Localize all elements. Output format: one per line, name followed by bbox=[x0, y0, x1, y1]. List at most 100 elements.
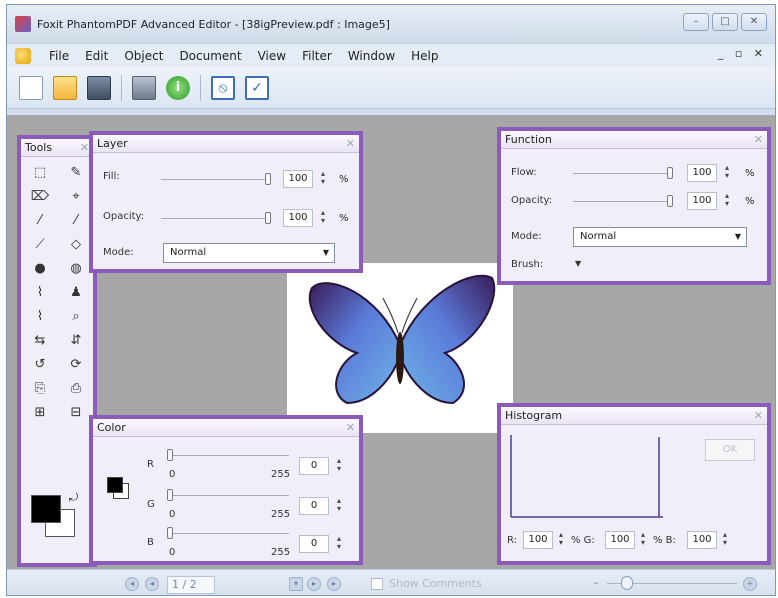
function-opacity-spinner[interactable]: ▴ ▾ bbox=[721, 192, 733, 210]
previous-page-icon[interactable]: ◂ bbox=[145, 577, 159, 591]
polygon-lasso-tool-icon[interactable]: ⌦ bbox=[25, 185, 55, 207]
image-canvas[interactable] bbox=[287, 263, 513, 433]
layer-opacity-input[interactable]: 100 bbox=[283, 209, 313, 227]
copy-tool-icon[interactable]: ⎘ bbox=[25, 377, 55, 399]
pencil-tool-icon[interactable]: ⌇ bbox=[25, 281, 55, 303]
swap-colors-icon[interactable]: ⤾ bbox=[69, 491, 78, 505]
maximize-button[interactable]: □ bbox=[712, 13, 738, 31]
ok-button[interactable]: OK bbox=[705, 439, 755, 461]
paste-tool-icon[interactable]: ⎙ bbox=[61, 377, 91, 399]
function-opacity-slider-thumb[interactable] bbox=[667, 195, 673, 207]
fill-input[interactable]: 100 bbox=[283, 170, 313, 188]
red-slider[interactable] bbox=[169, 455, 289, 456]
blue-slider-thumb[interactable] bbox=[167, 527, 173, 539]
blue-slider[interactable] bbox=[169, 533, 289, 534]
magic-wand-tool-icon[interactable]: ✎ bbox=[61, 161, 91, 183]
page-number-field[interactable]: 1 / 2 bbox=[167, 576, 215, 594]
histogram-b-input[interactable]: 100 bbox=[687, 531, 717, 549]
zoom-slider-thumb[interactable] bbox=[621, 576, 633, 590]
color-preview-foreground[interactable] bbox=[107, 477, 123, 493]
histogram-g-spinner[interactable]: ▴ ▾ bbox=[637, 531, 649, 549]
menu-filter[interactable]: Filter bbox=[294, 49, 340, 63]
page-dropdown-icon[interactable]: ▾ bbox=[289, 577, 303, 591]
red-spinner[interactable]: ▴ ▾ bbox=[333, 457, 345, 475]
app-menu-icon[interactable] bbox=[15, 47, 31, 64]
flip-horizontal-tool-icon[interactable]: ⇆ bbox=[25, 329, 55, 351]
fill-slider[interactable] bbox=[161, 179, 271, 180]
last-page-icon[interactable]: ▸ bbox=[327, 577, 341, 591]
stamp-tool-icon[interactable]: ♟ bbox=[61, 281, 91, 303]
sponge-tool-icon[interactable]: ◍ bbox=[61, 257, 91, 279]
fill-slider-thumb[interactable] bbox=[265, 173, 271, 185]
menu-document[interactable]: Document bbox=[171, 49, 249, 63]
fill-bucket-tool-icon[interactable]: ◇ bbox=[61, 233, 91, 255]
zoom-out-icon[interactable]: – bbox=[593, 576, 599, 589]
pen-tool-icon[interactable]: ⁄ bbox=[61, 209, 91, 231]
eraser-tool-icon[interactable]: ⌇ bbox=[25, 305, 55, 327]
brush-dropdown-arrow-icon[interactable]: ▼ bbox=[575, 259, 581, 268]
rotate-left-tool-icon[interactable]: ↺ bbox=[25, 353, 55, 375]
function-close-icon[interactable]: ✕ bbox=[754, 131, 763, 148]
flip-vertical-tool-icon[interactable]: ⇵ bbox=[61, 329, 91, 351]
menu-help[interactable]: Help bbox=[403, 49, 446, 63]
menu-edit[interactable]: Edit bbox=[77, 49, 116, 63]
layer-mode-dropdown[interactable]: Normal ▼ bbox=[163, 243, 335, 263]
first-page-icon[interactable]: ◂ bbox=[125, 577, 139, 591]
next-page-icon[interactable]: ▸ bbox=[307, 577, 321, 591]
layer-opacity-spinner[interactable]: ▴ ▾ bbox=[317, 209, 329, 227]
green-input[interactable]: 0 bbox=[299, 497, 329, 515]
red-slider-thumb[interactable] bbox=[167, 449, 173, 461]
save-image-tool-icon[interactable]: ⊟ bbox=[61, 401, 91, 423]
blue-spinner[interactable]: ▴ ▾ bbox=[333, 535, 345, 553]
print-icon[interactable] bbox=[132, 75, 156, 100]
zoom-in-icon[interactable]: + bbox=[743, 577, 757, 591]
function-mode-dropdown[interactable]: Normal ▼ bbox=[573, 227, 747, 247]
function-opacity-slider[interactable] bbox=[573, 201, 673, 202]
cancel-icon[interactable]: ⦸ bbox=[211, 75, 235, 100]
red-input[interactable]: 0 bbox=[299, 457, 329, 475]
brush-tool-icon[interactable]: ⟋ bbox=[25, 233, 55, 255]
histogram-r-input[interactable]: 100 bbox=[523, 531, 553, 549]
import-tool-icon[interactable]: ⊞ bbox=[25, 401, 55, 423]
zoom-tool-icon[interactable]: ⌕ bbox=[61, 305, 91, 327]
rect-select-tool-icon[interactable]: ⬚ bbox=[25, 161, 55, 183]
open-folder-icon[interactable] bbox=[53, 75, 77, 100]
fill-spinner[interactable]: ▴ ▾ bbox=[317, 170, 329, 188]
histogram-r-spinner[interactable]: ▴ ▾ bbox=[555, 531, 567, 549]
green-spinner[interactable]: ▴ ▾ bbox=[333, 497, 345, 515]
tools-close-icon[interactable]: ✕ bbox=[80, 139, 89, 156]
info-icon[interactable]: i bbox=[166, 75, 190, 100]
green-slider-thumb[interactable] bbox=[167, 489, 173, 501]
layer-opacity-slider-thumb[interactable] bbox=[265, 212, 271, 224]
blur-tool-icon[interactable]: ● bbox=[25, 257, 55, 279]
green-slider[interactable] bbox=[169, 495, 289, 496]
rotate-right-tool-icon[interactable]: ⟳ bbox=[61, 353, 91, 375]
flow-input[interactable]: 100 bbox=[687, 164, 717, 182]
eyedropper-tool-icon[interactable]: ⁄ bbox=[25, 209, 55, 231]
new-document-icon[interactable] bbox=[19, 75, 43, 100]
menu-view[interactable]: View bbox=[250, 49, 294, 63]
show-comments-checkbox[interactable] bbox=[371, 577, 383, 590]
foreground-color-swatch[interactable] bbox=[31, 495, 61, 523]
flow-spinner[interactable]: ▴ ▾ bbox=[721, 164, 733, 182]
minimize-button[interactable]: – bbox=[683, 13, 709, 31]
lasso-tool-icon[interactable]: ⌖ bbox=[61, 185, 91, 207]
flow-slider-thumb[interactable] bbox=[667, 167, 673, 179]
menu-file[interactable]: File bbox=[41, 49, 77, 63]
menu-object[interactable]: Object bbox=[116, 49, 171, 63]
color-close-icon[interactable]: ✕ bbox=[346, 419, 355, 436]
histogram-g-input[interactable]: 100 bbox=[605, 531, 635, 549]
close-window-button[interactable]: ✕ bbox=[741, 13, 767, 31]
save-icon[interactable] bbox=[87, 75, 111, 100]
blue-input[interactable]: 0 bbox=[299, 535, 329, 553]
histogram-close-icon[interactable]: ✕ bbox=[754, 407, 763, 424]
menu-window[interactable]: Window bbox=[340, 49, 403, 63]
mdi-window-controls[interactable]: _ ▫ ✕ bbox=[718, 47, 767, 60]
show-comments-toggle[interactable]: Show Comments bbox=[371, 577, 482, 590]
histogram-b-spinner[interactable]: ▴ ▾ bbox=[719, 531, 731, 549]
layer-close-icon[interactable]: ✕ bbox=[346, 135, 355, 152]
flow-slider[interactable] bbox=[573, 173, 673, 174]
apply-checkmark-icon[interactable]: ✓ bbox=[245, 75, 269, 100]
layer-opacity-slider[interactable] bbox=[161, 218, 271, 219]
function-opacity-input[interactable]: 100 bbox=[687, 192, 717, 210]
